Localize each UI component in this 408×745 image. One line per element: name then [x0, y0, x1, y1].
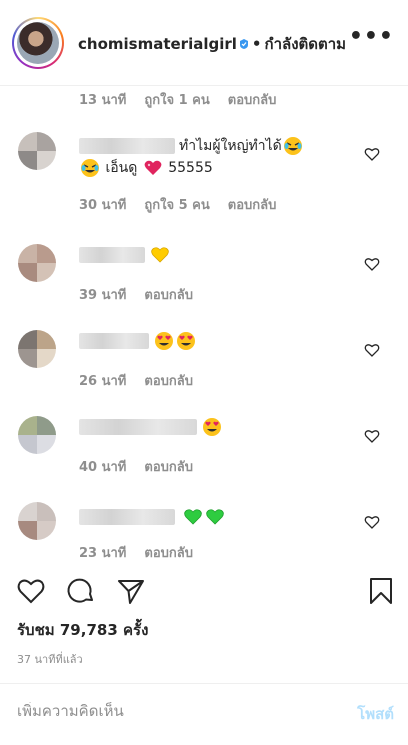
reply-button[interactable]: ตอบกลับ	[228, 198, 277, 213]
commenter-name-blurred[interactable]	[79, 333, 149, 349]
list-item: 23 นาที ตอบกลับ	[0, 486, 408, 558]
comment-text-suffix: 55555	[168, 160, 213, 176]
laughing-emoji-icon	[283, 137, 302, 155]
send-icon[interactable]	[116, 576, 146, 606]
comment-meta: 23 นาที ตอบกลับ	[79, 542, 211, 558]
heart-emoji-icon	[144, 160, 162, 175]
comment-time: 26 นาที	[79, 374, 127, 389]
comment-meta: 39 นาที ตอบกลับ	[79, 284, 211, 305]
like-comment-icon[interactable]	[364, 428, 380, 444]
comments-list[interactable]: 13 นาที ถูกใจ 1 คน ตอบกลับ ทำไมผู้ใหญ่ทำได…	[0, 86, 408, 558]
comment-icon[interactable]	[66, 576, 96, 606]
like-comment-icon[interactable]	[364, 146, 380, 162]
comment-time: 13 นาที	[79, 93, 127, 108]
comment-time: 23 นาที	[79, 546, 127, 558]
comment-time: 39 นาที	[79, 288, 127, 303]
reply-button[interactable]: ตอบกลับ	[228, 93, 277, 108]
comment-text-line2: เอ็นดู	[105, 160, 138, 176]
comment-meta: 30 นาที ถูกใจ 5 คน ตอบกลับ	[79, 194, 294, 215]
commenter-name-blurred[interactable]	[79, 138, 175, 154]
comment-text	[79, 416, 223, 438]
commenter-avatar[interactable]	[18, 132, 56, 170]
following-button[interactable]: กำลังติดตาม	[265, 35, 347, 53]
comment-text-line1: ทำไมผู้ใหญ่ทำได้	[179, 138, 282, 154]
commenter-avatar[interactable]	[18, 502, 56, 540]
heart-eyes-emoji-icon	[177, 332, 195, 350]
reply-button[interactable]: ตอบกลับ	[144, 460, 193, 475]
profile-avatar[interactable]	[12, 17, 64, 69]
previous-comment-meta: 13 นาที ถูกใจ 1 คน ตอบกลับ	[79, 89, 294, 110]
heart-eyes-emoji-icon	[155, 332, 173, 350]
bookmark-icon[interactable]	[366, 576, 396, 606]
more-options-icon[interactable]: •••	[349, 26, 394, 48]
commenter-avatar[interactable]	[18, 330, 56, 368]
post-button[interactable]: โพสต์	[357, 702, 394, 726]
like-comment-icon[interactable]	[364, 514, 380, 530]
list-item: 39 นาที ตอบกลับ	[0, 228, 408, 314]
heart-eyes-emoji-icon	[203, 418, 221, 436]
avatar-image	[17, 22, 59, 64]
laughing-emoji-icon	[81, 159, 99, 177]
verified-badge-icon	[239, 39, 248, 49]
comment-likes[interactable]: ถูกใจ 5 คน	[144, 198, 209, 213]
yellow-heart-emoji-icon	[151, 247, 169, 263]
comment-input[interactable]	[17, 702, 317, 720]
list-item: ทำไมผู้ใหญ่ทำได้ เอ็นดู 55555 30 นาที ถูก…	[0, 124, 408, 213]
comment-time: 30 นาที	[79, 198, 127, 213]
username-link[interactable]: chomismaterialgirl	[78, 35, 237, 53]
comment-text: ทำไมผู้ใหญ่ทำได้ เอ็นดู 55555	[79, 135, 304, 179]
comment-text	[79, 506, 226, 528]
commenter-avatar[interactable]	[18, 244, 56, 282]
separator-dot: •	[251, 35, 262, 53]
view-count[interactable]: รับชม 79,783 ครั้ง	[17, 618, 148, 642]
comment-text	[79, 244, 171, 266]
green-heart-emoji-icon	[184, 509, 202, 525]
green-heart-emoji-icon	[206, 509, 224, 525]
header-user-line: chomismaterialgirl • กำลังติดตาม	[78, 32, 346, 56]
commenter-name-blurred[interactable]	[79, 419, 197, 435]
comment-time: 40 นาที	[79, 460, 127, 475]
commenter-avatar[interactable]	[18, 416, 56, 454]
comment-text	[79, 330, 197, 352]
commenter-name-blurred[interactable]	[79, 509, 175, 525]
heart-icon[interactable]	[16, 576, 46, 606]
reply-button[interactable]: ตอบกลับ	[144, 374, 193, 389]
comment-meta: 26 นาที ตอบกลับ	[79, 370, 211, 391]
like-comment-icon[interactable]	[364, 256, 380, 272]
reply-button[interactable]: ตอบกลับ	[144, 288, 193, 303]
comment-likes[interactable]: ถูกใจ 1 คน	[144, 93, 209, 108]
reply-button[interactable]: ตอบกลับ	[144, 546, 193, 558]
list-item: 26 นาที ตอบกลับ	[0, 314, 408, 400]
add-comment-bar: โพสต์	[0, 683, 408, 745]
like-comment-icon[interactable]	[364, 342, 380, 358]
comment-meta: 40 นาที ตอบกลับ	[79, 456, 211, 477]
list-item: 40 นาที ตอบกลับ	[0, 400, 408, 486]
commenter-name-blurred[interactable]	[79, 247, 145, 263]
post-header: chomismaterialgirl • กำลังติดตาม •••	[0, 0, 408, 86]
post-actions	[0, 570, 408, 614]
post-time: 37 นาทีที่แล้ว	[17, 653, 83, 666]
